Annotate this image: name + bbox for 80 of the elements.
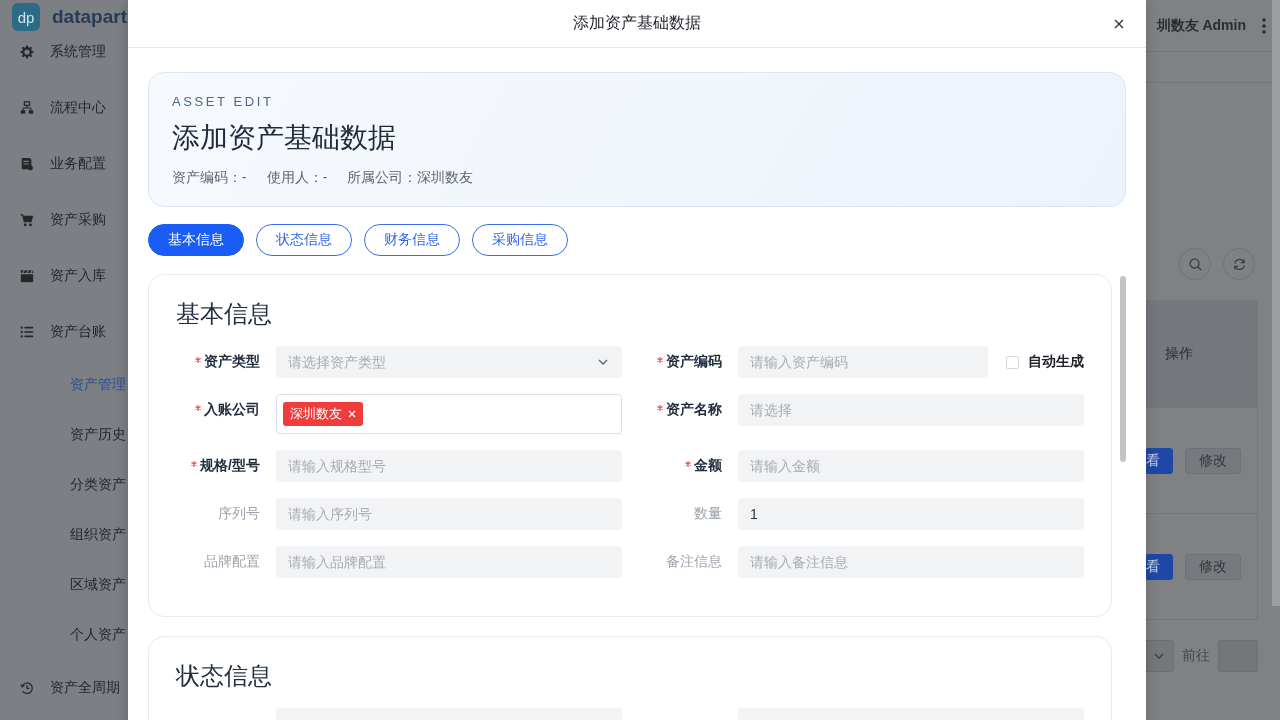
flowchart-icon bbox=[20, 101, 34, 115]
view-button[interactable]: 看 bbox=[1145, 553, 1173, 580]
input-field[interactable]: 请输入资产编码 bbox=[738, 346, 988, 378]
sidebar-subitem[interactable]: 组织资产 bbox=[0, 510, 128, 560]
checkbox-label: 自动生成 bbox=[1028, 353, 1084, 371]
page-size-select[interactable] bbox=[1144, 640, 1174, 672]
sidebar-item[interactable]: 资产台账 bbox=[0, 304, 128, 360]
required-icon bbox=[657, 405, 663, 411]
field-label: 金额 bbox=[694, 457, 722, 475]
sidebar-subitem[interactable]: 分类资产 bbox=[0, 460, 128, 510]
sidebar-item[interactable]: 资产入库 bbox=[0, 248, 128, 304]
sidebar-subitem[interactable]: 个人资产 bbox=[0, 610, 128, 660]
input-field[interactable]: 请输入备注信息 bbox=[738, 546, 1084, 578]
sidebar-item[interactable]: 资产采购 bbox=[0, 192, 128, 248]
tag-select-field[interactable]: 深圳数友 bbox=[276, 394, 622, 434]
sidebar-subitem[interactable]: 资产管理 bbox=[0, 360, 128, 410]
logo-name: datapart bbox=[52, 5, 127, 29]
sidebar-subitem[interactable]: 资产历史 bbox=[0, 410, 128, 460]
document-icon bbox=[20, 157, 34, 171]
sidebar-subitem[interactable]: 区域资产 bbox=[0, 560, 128, 610]
view-button[interactable]: 看 bbox=[1145, 447, 1173, 474]
tab[interactable]: 基本信息 bbox=[148, 224, 244, 256]
meta-item: 所属公司：深圳数友 bbox=[347, 168, 474, 187]
goto-label: 前往 bbox=[1182, 647, 1210, 665]
refresh-icon bbox=[1232, 257, 1246, 271]
chevron-down-icon bbox=[598, 359, 608, 365]
edit-button[interactable]: 修改 bbox=[1185, 553, 1241, 580]
sidebar-item[interactable]: 业务配置 bbox=[0, 136, 128, 192]
cart-icon bbox=[20, 213, 34, 227]
chevron-down-icon bbox=[1154, 653, 1164, 659]
column-header: 操作 bbox=[1164, 345, 1194, 363]
section-title: 状态信息 bbox=[176, 661, 273, 691]
sidebar-item[interactable]: 流程中心 bbox=[0, 80, 128, 136]
scrollbar-thumb[interactable] bbox=[1120, 276, 1126, 462]
field-label: 序列号 bbox=[218, 505, 260, 523]
clapperboard-icon bbox=[20, 269, 34, 283]
select-field[interactable]: 请选择资产类型 bbox=[276, 346, 622, 378]
input-field[interactable]: 请输入序列号 bbox=[276, 498, 622, 530]
required-icon bbox=[195, 357, 201, 363]
field-label: 资产类型 bbox=[204, 353, 260, 371]
gear-icon bbox=[20, 45, 34, 59]
meta-item: 资产编码：- bbox=[172, 168, 247, 187]
user-name: 圳数友 Admin bbox=[1156, 16, 1246, 35]
sidebar-item[interactable]: 资产全周期 bbox=[0, 660, 128, 716]
field-label: 规格/型号 bbox=[200, 457, 260, 475]
logo-mark: dp bbox=[12, 3, 40, 31]
page-title: 添加资产基础数据 bbox=[172, 121, 397, 155]
required-icon bbox=[191, 461, 198, 467]
field-label: 品牌配置 bbox=[204, 553, 260, 571]
scrollbar-thumb[interactable] bbox=[1272, 0, 1280, 606]
field-label: 入账公司 bbox=[204, 401, 260, 419]
tab[interactable]: 采购信息 bbox=[472, 224, 568, 256]
checkbox[interactable] bbox=[1006, 355, 1019, 369]
more-icon[interactable] bbox=[1262, 17, 1266, 34]
required-icon bbox=[685, 461, 691, 467]
input-field[interactable]: 请输入品牌配置 bbox=[276, 546, 622, 578]
input-field[interactable]: 请选择 bbox=[738, 394, 1084, 426]
close-button[interactable] bbox=[1114, 18, 1124, 29]
meta-item: 使用人：- bbox=[266, 168, 328, 187]
field-label: 资产名称 bbox=[666, 401, 722, 419]
close-icon[interactable] bbox=[348, 410, 356, 418]
input-field[interactable]: 1 bbox=[738, 498, 1084, 530]
search-icon bbox=[1188, 257, 1202, 271]
input-field[interactable]: 请输入规格型号 bbox=[276, 450, 622, 482]
required-icon bbox=[195, 405, 201, 411]
tab[interactable]: 财务信息 bbox=[364, 224, 460, 256]
history-icon bbox=[20, 681, 34, 695]
tag[interactable]: 深圳数友 bbox=[283, 402, 363, 426]
eyebrow-text: ASSET EDIT bbox=[172, 94, 275, 110]
field-label: 资产编码 bbox=[666, 353, 722, 371]
close-icon bbox=[1114, 18, 1124, 29]
dialog-title: 添加资产基础数据 bbox=[573, 13, 701, 33]
list-icon bbox=[20, 325, 34, 339]
input-field[interactable]: 请输入金额 bbox=[738, 450, 1084, 482]
required-icon bbox=[657, 357, 663, 363]
field-label: 数量 bbox=[694, 505, 722, 523]
section-title: 基本信息 bbox=[176, 299, 273, 329]
edit-button[interactable]: 修改 bbox=[1185, 447, 1241, 474]
tab[interactable]: 状态信息 bbox=[256, 224, 352, 256]
field-label: 备注信息 bbox=[666, 553, 722, 571]
